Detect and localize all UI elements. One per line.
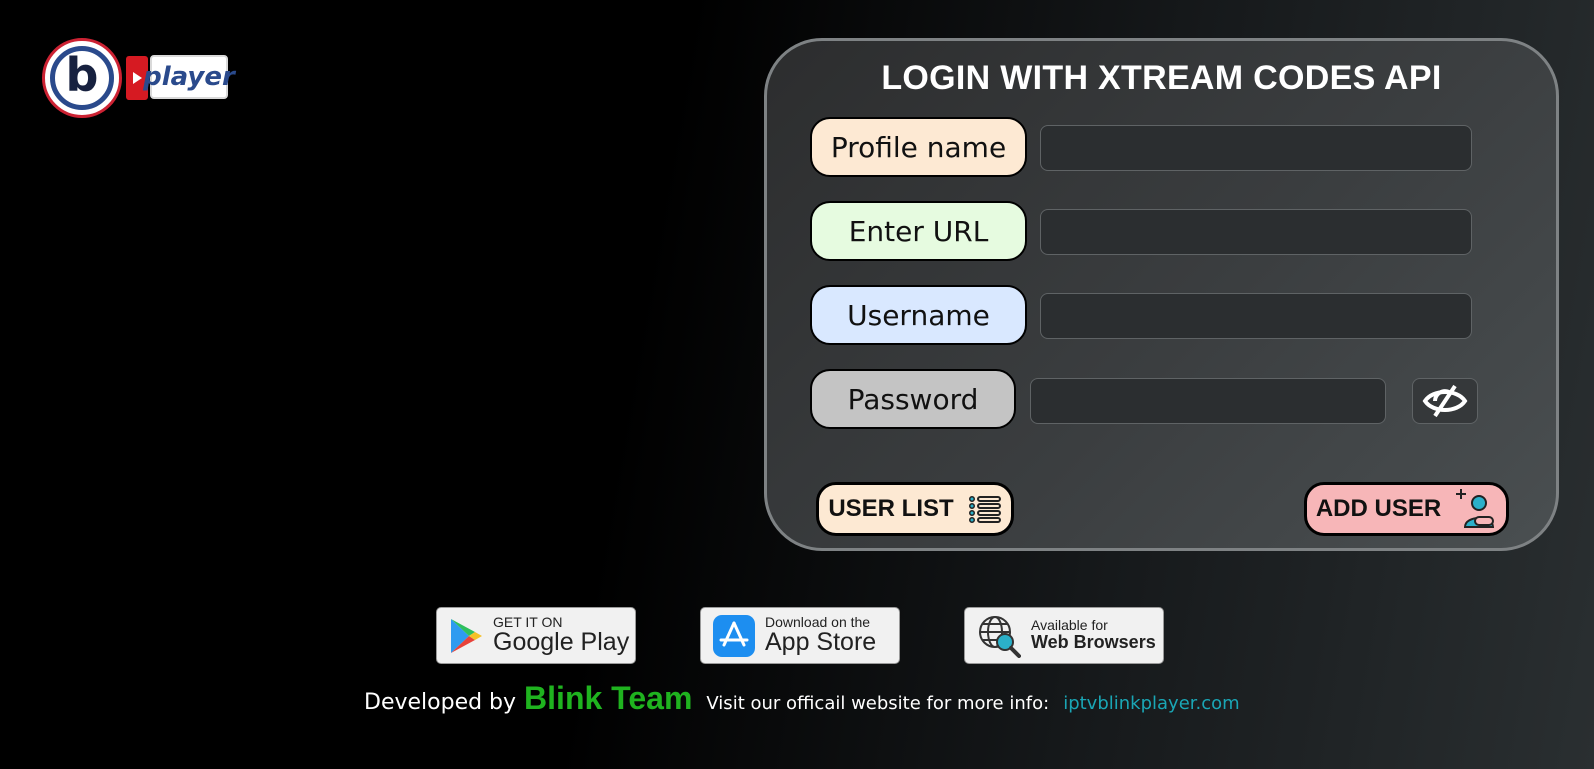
footer: Developed by Blink Team Visit our offica… — [364, 680, 1240, 720]
logo-badge: b — [42, 38, 122, 118]
user-list-label: USER LIST — [828, 495, 954, 522]
globe-search-icon — [979, 615, 1021, 658]
user-list-button[interactable]: USER LIST — [816, 482, 1014, 536]
google-play-big-text: Google Play — [493, 628, 630, 657]
logo-letter: b — [65, 48, 99, 102]
web-browsers-badge[interactable]: Available for Web Browsers — [964, 607, 1164, 664]
logo-wordmark: player — [143, 55, 235, 99]
profile-name-input[interactable] — [1040, 125, 1472, 171]
google-play-badge[interactable]: GET IT ON Google Play — [436, 607, 636, 664]
app-store-badge[interactable]: Download on the App Store — [700, 607, 900, 664]
login-card: LOGIN WITH XTREAM CODES API Profile name… — [764, 38, 1559, 551]
add-user-label: ADD USER — [1315, 495, 1442, 522]
google-play-small-text: GET IT ON — [493, 614, 563, 631]
app-store-icon — [713, 614, 755, 657]
web-big-text: Web Browsers — [1031, 631, 1156, 652]
team-name: Blink Team — [524, 680, 693, 716]
profile-name-label: Profile name — [810, 117, 1027, 177]
google-play-icon — [451, 618, 482, 653]
username-input[interactable] — [1040, 293, 1472, 339]
app-store-big-text: App Store — [765, 628, 877, 657]
developed-by-text: Developed by — [364, 690, 517, 715]
url-input[interactable] — [1040, 209, 1472, 255]
password-input[interactable] — [1030, 378, 1386, 424]
app-logo: b player — [42, 38, 235, 122]
toggle-password-button[interactable] — [1412, 378, 1478, 424]
web-small-text: Available for — [1031, 616, 1108, 633]
add-user-icon — [1456, 489, 1495, 528]
add-user-button[interactable]: ADD USER — [1304, 482, 1509, 536]
eye-slash-icon — [1422, 384, 1468, 418]
website-link[interactable]: iptvblinkplayer.com — [1063, 693, 1240, 714]
password-label: Password — [810, 369, 1016, 429]
login-title: LOGIN WITH XTREAM CODES API — [881, 59, 1442, 97]
visit-text: Visit our officail website for more info… — [706, 693, 1050, 714]
url-label: Enter URL — [810, 201, 1027, 261]
app-store-small-text: Download on the — [765, 614, 871, 631]
username-label: Username — [810, 285, 1027, 345]
list-icon — [968, 496, 1001, 523]
